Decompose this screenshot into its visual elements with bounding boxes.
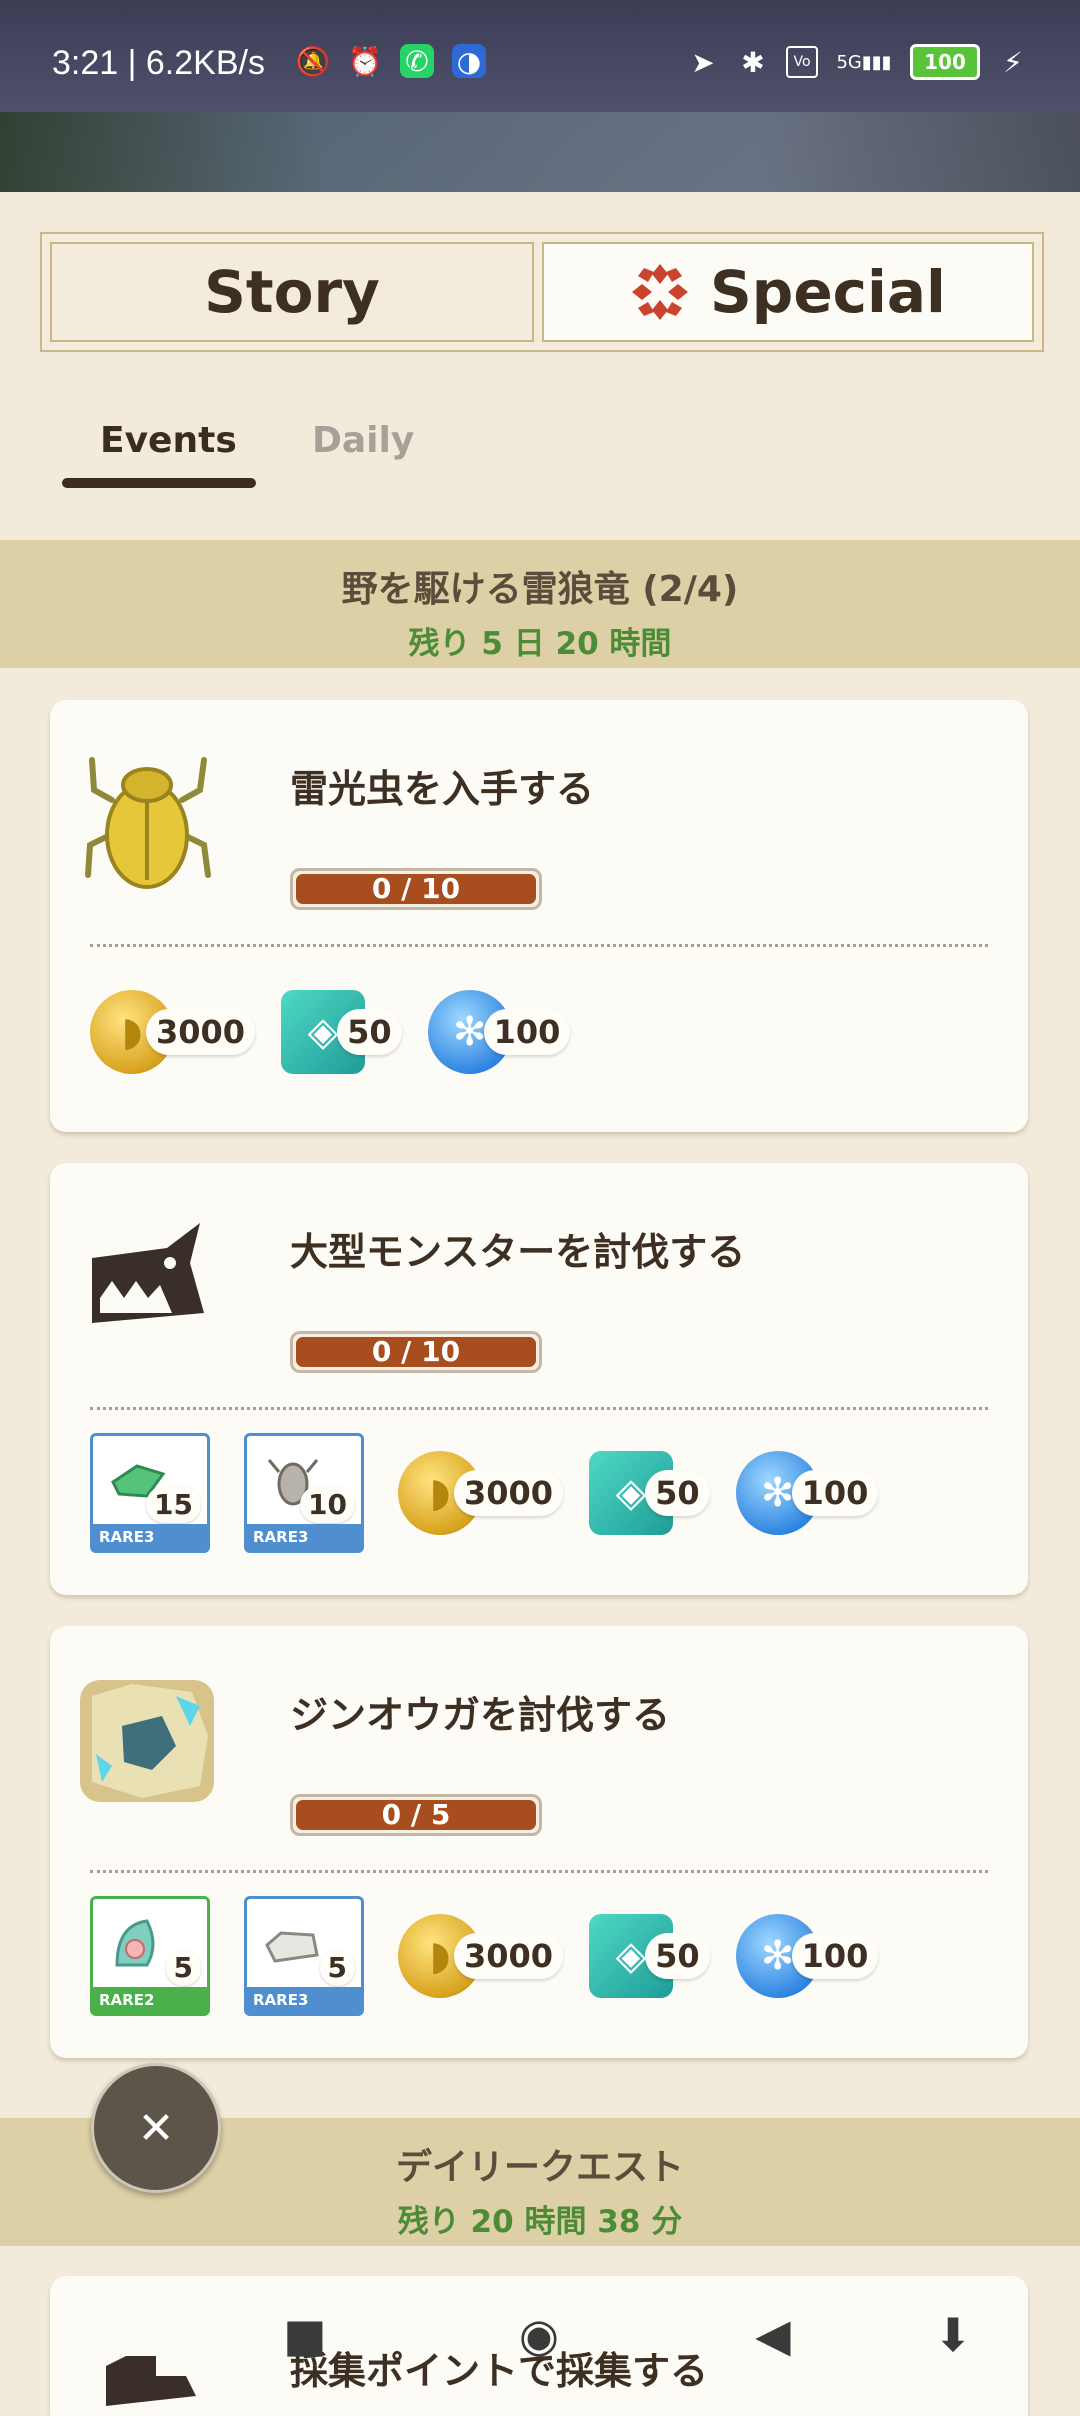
reward-count: 3000 [454,1933,564,1979]
card-divider [90,1407,988,1410]
close-button[interactable]: ✕ [91,2063,221,2193]
quest-title: 大型モンスターを討伐する [290,1230,746,1274]
item-rarity: RARE2 [93,1987,207,2013]
item-qty: 5 [319,1949,355,1986]
alarm-icon: ⏰ [347,44,383,78]
tab-story-label: Story [204,258,380,326]
battery-icon: 100 [910,44,980,80]
reward-orbs: ✻ 100 [735,1443,879,1543]
tab-special-label: Special [710,258,946,326]
item-qty: 5 [165,1949,201,1986]
item-qty: 15 [146,1486,201,1523]
quest-title: ジンオウガを討伐する [290,1693,671,1737]
status-bar: 3:21 | 6.2KB/s 🔕 ⏰ ✆ ◑ ➤ ✱ Vo 5G ▮▮▮ 100 … [0,0,1080,130]
quest-card[interactable]: 雷光虫を入手する 0 / 10 ◗ 3000 ◈ 50 ✻ 100 [50,700,1028,1132]
hide-item-icon [265,1931,319,1963]
thunderbug-icon [85,757,211,889]
mute-icon: 🔕 [295,44,331,78]
app-notification-icon: ◑ [452,44,486,78]
large-monster-icon [92,1223,204,1323]
sub-tab-bar: Events Daily [62,420,662,492]
tab-special[interactable]: Special [542,242,1034,342]
reward-count: 50 [645,1933,710,1979]
item-rarity: RARE3 [247,1524,361,1550]
system-nav-bar: ■ ◉ ◀ ⬇ [0,2290,1080,2380]
back-triangle-icon: ◀ [755,2308,791,2362]
reward-gems: ◈ 50 [589,1906,710,2006]
reward-count: 100 [791,1933,879,1979]
close-icon: ✕ [137,2102,175,2154]
quest-title: 雷光虫を入手する [290,767,595,811]
volte-icon: Vo [786,46,818,78]
event-remaining-time: 残り 5 日 20 時間 [408,626,672,662]
reward-item[interactable]: 5 RARE2 [90,1896,210,2016]
card-divider [90,1870,988,1873]
quest-progress-text: 0 / 10 [371,872,461,905]
quest-progress-text: 0 / 10 [371,1335,461,1368]
battery-level: 100 [924,50,966,74]
reward-orbs: ✻ 100 [427,982,571,1082]
reward-coins: ◗ 3000 [398,1443,564,1543]
status-icons-left: 🔕 ⏰ ✆ ◑ [296,44,486,78]
reward-count: 100 [483,1009,571,1055]
signal-icon: 5G ▮▮▮ [836,51,892,73]
main-tab-bar: Story Special [40,232,1044,352]
reward-count: 3000 [454,1470,564,1516]
scale-item-icon [115,1919,155,1967]
event-title: 野を駆ける雷狼竜 (2/4) [341,569,739,610]
assistant-button[interactable]: ⬇ [928,2308,978,2362]
tab-daily[interactable]: Daily [312,420,414,461]
reward-item[interactable]: 5 RARE3 [244,1896,364,2016]
reward-coins: ◗ 3000 [90,982,256,1082]
reward-list: ◗ 3000 ◈ 50 ✻ 100 [90,982,1008,1082]
reward-orbs: ✻ 100 [735,1906,879,2006]
charging-icon: ⚡ [1003,45,1023,79]
event-section-header: 野を駆ける雷狼竜 (2/4) 残り 5 日 20 時間 [0,540,1080,668]
reward-item[interactable]: 15 RARE3 [90,1433,210,1553]
assistant-icon: ⬇ [933,2308,973,2362]
reward-count: 3000 [146,1009,256,1055]
reward-count: 100 [791,1470,879,1516]
quest-card[interactable]: ジンオウガを討伐する 0 / 5 5 RARE2 5 RARE3 ◗ 3000 ◈… [50,1626,1028,2058]
reward-gems: ◈ 50 [281,982,402,1082]
daily-remaining-time: 残り 20 時間 38 分 [397,2204,683,2240]
tab-events[interactable]: Events [100,420,237,461]
item-qty: 10 [300,1486,355,1523]
reward-count: 50 [645,1470,710,1516]
quest-card[interactable]: 大型モンスターを討伐する 0 / 10 15 RARE3 10 RARE3 ◗ 3… [50,1163,1028,1595]
card-divider [90,944,988,947]
reward-list: 15 RARE3 10 RARE3 ◗ 3000 ◈ 50 ✻ 100 [90,1433,1008,1553]
quest-progress-bar: 0 / 10 [290,1331,542,1373]
back-button[interactable]: ◀ [748,2308,798,2362]
quest-progress-bar: 0 / 5 [290,1794,542,1836]
item-rarity: RARE3 [93,1524,207,1550]
home-button[interactable]: ◉ [514,2308,564,2362]
status-time: 3:21 | 6.2KB/s [52,44,265,82]
reward-count: 50 [337,1009,402,1055]
item-rarity: RARE3 [247,1987,361,2013]
tab-story[interactable]: Story [50,242,534,342]
location-icon: ➤ [691,45,715,79]
status-icons-right: ➤ ✱ Vo 5G ▮▮▮ 100 ⚡ [686,44,1030,80]
reward-coins: ◗ 3000 [398,1906,564,2006]
reward-list: 5 RARE2 5 RARE3 ◗ 3000 ◈ 50 ✻ 100 [90,1896,1008,2016]
reward-gems: ◈ 50 [589,1443,710,1543]
bluetooth-icon: ✱ [741,45,765,79]
network-type: 5G [836,51,862,73]
reward-item[interactable]: 10 RARE3 [244,1433,364,1553]
recent-apps-button[interactable]: ■ [280,2308,330,2362]
special-emblem-icon [632,264,689,320]
active-tab-indicator [62,478,256,488]
whatsapp-icon: ✆ [400,44,434,78]
square-icon: ■ [283,2308,327,2362]
quest-progress-text: 0 / 5 [381,1798,451,1831]
home-circle-icon: ◉ [518,2308,560,2362]
zinogre-icon [80,1680,214,1802]
quest-progress-bar: 0 / 10 [290,868,542,910]
